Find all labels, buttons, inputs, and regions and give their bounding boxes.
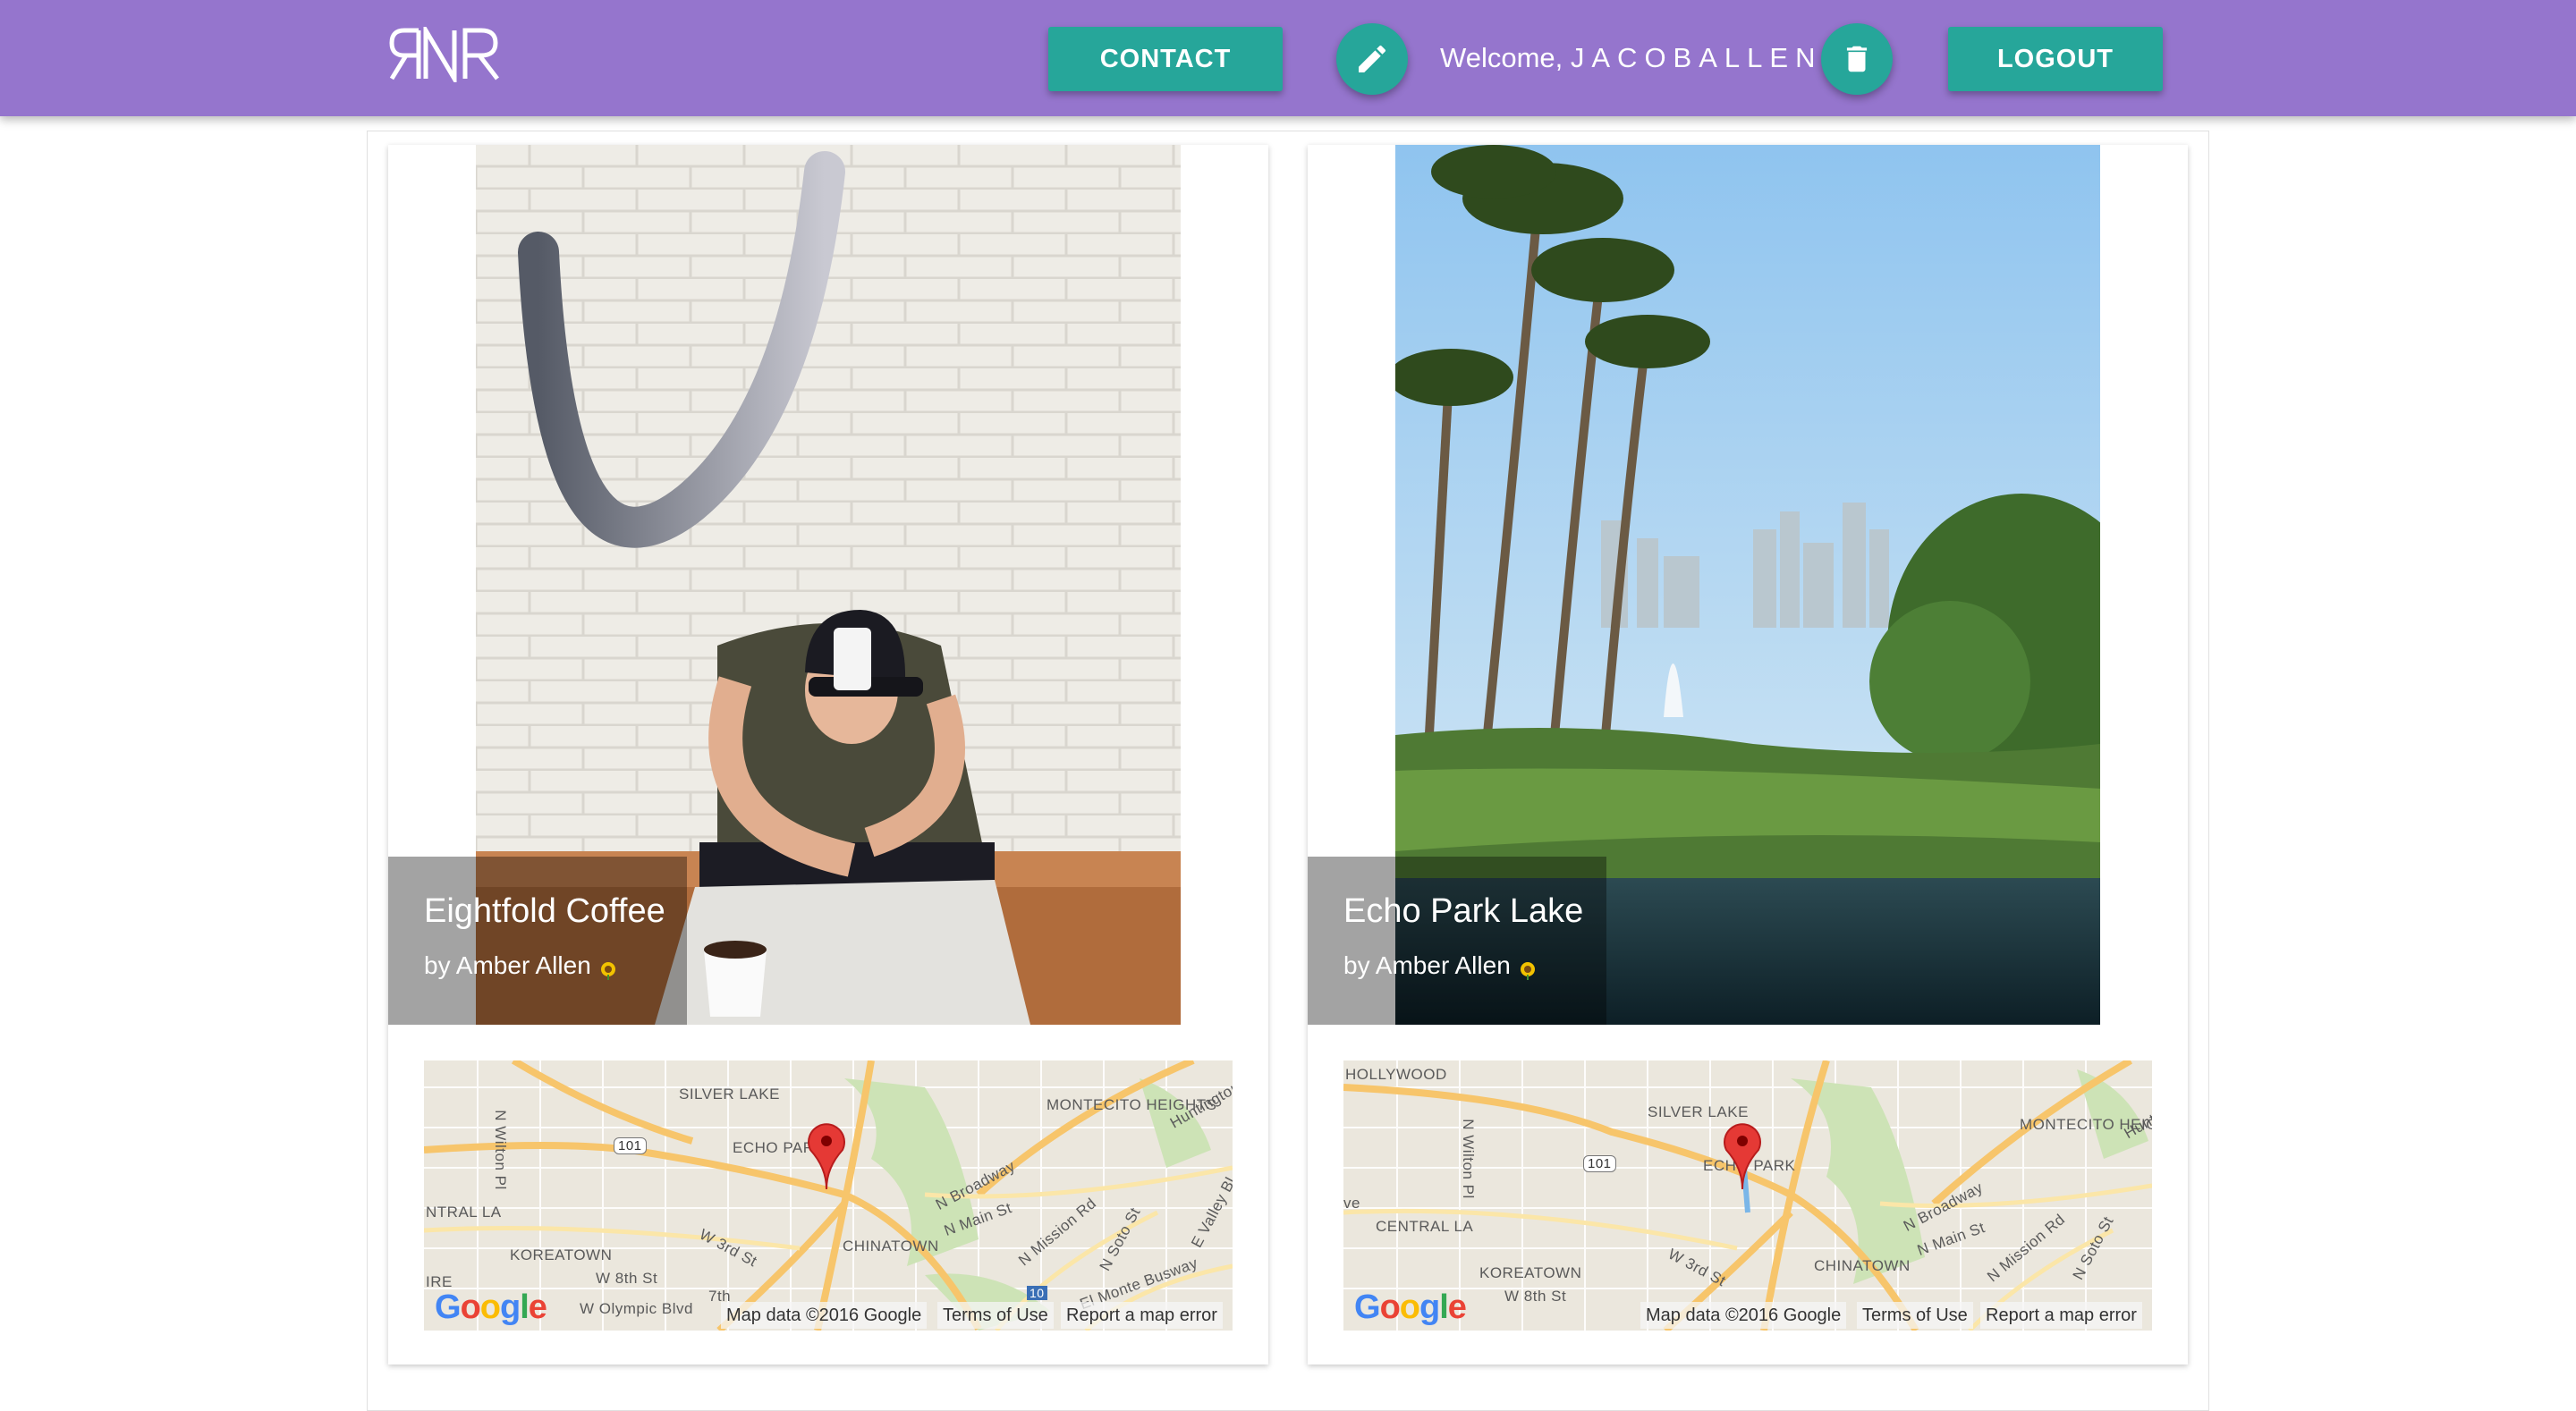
map-label: 101: [614, 1137, 647, 1154]
map-label: HOLLYWOOD: [1345, 1066, 1447, 1083]
location-map[interactable]: SILVER LAKE MONTECITO HEIGHTS ECHO PARK …: [424, 1060, 1233, 1331]
navbar: CONTACT Welcome, JACOBALLEN LOGOUT: [0, 0, 2576, 116]
map-pin-icon[interactable]: [1723, 1123, 1762, 1189]
map-terms-link[interactable]: Terms of Use: [1857, 1302, 1973, 1329]
card-author: by Amber Allen: [1343, 951, 1538, 980]
author-name: by Amber Allen: [1343, 951, 1511, 979]
contact-button[interactable]: CONTACT: [1048, 27, 1283, 91]
welcome-text: Welcome, JACOBALLEN: [1440, 36, 1822, 80]
edit-profile-button[interactable]: [1336, 23, 1408, 95]
location-map[interactable]: HOLLYWOOD SILVER LAKE MONTECITO HEIGHTS …: [1343, 1060, 2152, 1331]
welcome-prefix: Welcome,: [1440, 42, 1563, 73]
title-overlay: [388, 857, 687, 1025]
map-pin-icon[interactable]: [807, 1123, 846, 1189]
map-label: CHINATOWN: [1814, 1257, 1911, 1274]
google-logo[interactable]: Google: [435, 1288, 547, 1327]
map-label: CHINATOWN: [843, 1238, 939, 1255]
map-terms-link[interactable]: Terms of Use: [937, 1302, 1054, 1329]
trash-icon: [1846, 46, 1868, 72]
map-label: SILVER LAKE: [679, 1086, 780, 1103]
card-title[interactable]: Echo Park Lake: [1343, 892, 1583, 931]
brand-logo[interactable]: [388, 21, 504, 88]
map-label: ve: [1343, 1195, 1360, 1212]
map-footer: Google Map data ©2016 Google Terms of Us…: [1343, 1288, 2152, 1331]
delete-account-button[interactable]: [1821, 23, 1893, 95]
map-label: CENTRAL LA: [1376, 1218, 1474, 1235]
card-image[interactable]: Eightfold Coffee by Amber Allen: [388, 145, 1268, 1025]
map-label: NTRAL LA: [426, 1204, 502, 1221]
map-label: KOREATOWN: [1479, 1264, 1582, 1281]
username: JACOBALLEN: [1570, 42, 1823, 73]
map-label: SILVER LAKE: [1648, 1103, 1749, 1120]
google-logo[interactable]: Google: [1354, 1288, 1467, 1327]
map-label: 101: [1583, 1155, 1616, 1172]
map-report-link[interactable]: Report a map error: [1980, 1302, 2142, 1329]
place-card[interactable]: Echo Park Lake by Amber Allen HOLLYWOOD …: [1308, 145, 2188, 1365]
map-label: W 8th St: [596, 1270, 658, 1287]
pencil-icon: [1359, 45, 1386, 72]
author-name: by Amber Allen: [424, 951, 591, 979]
card-author: by Amber Allen: [424, 951, 618, 980]
place-card[interactable]: Eightfold Coffee by Amber Allen SILVER L…: [388, 145, 1268, 1365]
map-label: N Wilton Pl: [1459, 1119, 1477, 1199]
map-report-link[interactable]: Report a map error: [1061, 1302, 1223, 1329]
sunflower-icon: [1518, 958, 1538, 980]
logout-button[interactable]: LOGOUT: [1948, 27, 2163, 91]
card-image[interactable]: Echo Park Lake by Amber Allen: [1308, 145, 2188, 1025]
map-label: KOREATOWN: [510, 1246, 613, 1263]
card-title[interactable]: Eightfold Coffee: [424, 892, 665, 931]
map-attribution: Map data ©2016 Google: [1640, 1302, 1847, 1329]
map-footer: Google Map data ©2016 Google Terms of Us…: [424, 1288, 1233, 1331]
title-overlay: [1308, 857, 1606, 1025]
sunflower-icon: [598, 958, 618, 980]
map-label: N Wilton Pl: [491, 1110, 509, 1190]
map-attribution: Map data ©2016 Google: [721, 1302, 928, 1329]
